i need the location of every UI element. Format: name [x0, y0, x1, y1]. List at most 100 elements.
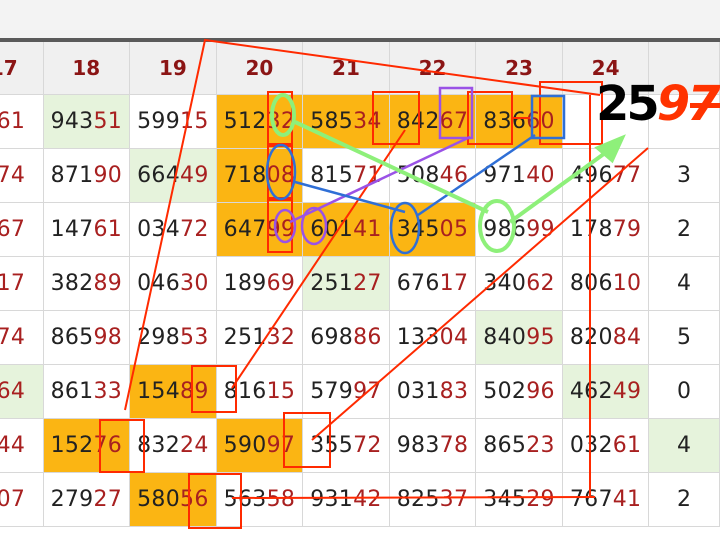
number-lead-digits: 154	[137, 379, 181, 404]
result-cell: 04630	[129, 256, 217, 311]
column-header: 21	[302, 38, 390, 95]
result-cell: 517	[0, 256, 44, 311]
table-body: 3619435159915512325853484267836602748719…	[0, 94, 720, 527]
result-cell: 38289	[42, 256, 131, 311]
number-tail-digits: 33	[93, 379, 123, 404]
number-tail-digits: 62	[526, 271, 555, 296]
result-cell: 107	[0, 472, 44, 527]
number-tail-digits: 60	[526, 109, 555, 134]
number-tail-digits: 08	[266, 163, 296, 188]
number-lead-digits: 647	[223, 217, 267, 242]
result-cell: 25132	[215, 310, 304, 365]
number-tail-digits: 41	[612, 487, 642, 512]
result-cell: 50846	[388, 148, 477, 203]
result-cell: 34062	[475, 256, 563, 311]
result-cell: 25127	[302, 256, 390, 311]
result-cell: 50296	[475, 364, 563, 419]
number-lead-digits: 842	[396, 109, 440, 134]
number-tail-digits: 97	[353, 379, 382, 404]
result-cell: 4	[648, 418, 720, 473]
result-cell: 98378	[388, 418, 477, 473]
number-lead-digits: 031	[396, 379, 440, 404]
number-lead-digits: 462	[569, 379, 613, 404]
result-cell: 0	[648, 364, 720, 419]
result-cell: 80610	[561, 256, 650, 311]
number-tail-digits: 46	[439, 163, 469, 188]
table-row: 517382890463018969251276761734062806104	[0, 256, 720, 311]
result-cell: 93142	[302, 472, 390, 527]
number-lead-digits: 5	[677, 325, 692, 350]
number-lead-digits: 664	[137, 163, 181, 188]
number-lead-digits: 986	[483, 217, 527, 242]
table-row: 274871906644971808815715084697140496773	[0, 148, 720, 203]
result-cell: 94351	[42, 94, 131, 149]
number-tail-digits: 56	[180, 487, 209, 512]
result-cell: 58056	[129, 472, 217, 527]
result-cell: 84095	[475, 310, 563, 365]
number-tail-digits: 61	[612, 433, 642, 458]
number-tail-digits: 27	[93, 487, 123, 512]
result-cell: 67617	[388, 256, 477, 311]
result-cell: 64799	[215, 202, 304, 257]
number-lead-digits: 698	[310, 325, 354, 350]
number-tail-digits: 69	[266, 271, 296, 296]
column-header: 22	[388, 38, 477, 95]
note-part-black: 25	[596, 76, 660, 132]
number-lead-digits: 820	[569, 325, 613, 350]
result-cell: 59915	[129, 94, 217, 149]
number-lead-digits: 178	[569, 217, 613, 242]
number-lead-digits: 825	[396, 487, 440, 512]
number-lead-digits: 871	[50, 163, 94, 188]
number-tail-digits: 96	[526, 379, 555, 404]
result-cell: 69886	[302, 310, 390, 365]
number-tail-digits: 44	[0, 433, 26, 458]
number-lead-digits: 512	[223, 109, 267, 134]
result-cell: 3	[648, 148, 720, 203]
result-cell: 03183	[388, 364, 477, 419]
number-lead-digits: 0	[677, 379, 692, 404]
result-cell: 82537	[388, 472, 477, 527]
result-cell: 564	[0, 364, 44, 419]
number-lead-digits: 496	[569, 163, 613, 188]
number-tail-digits: 49	[180, 163, 209, 188]
number-lead-digits: 046	[137, 271, 181, 296]
number-tail-digits: 71	[353, 163, 382, 188]
result-cell: 97140	[475, 148, 563, 203]
result-cell: 03472	[129, 202, 217, 257]
number-lead-digits: 382	[50, 271, 94, 296]
result-cell: 57997	[302, 364, 390, 419]
result-cell: 15276	[42, 418, 131, 473]
number-tail-digits: 64	[0, 379, 26, 404]
number-lead-digits: 147	[50, 217, 94, 242]
result-cell: 15489	[129, 364, 217, 419]
number-lead-digits: 034	[137, 217, 181, 242]
result-cell: 274	[0, 148, 44, 203]
column-header: 20	[215, 38, 304, 95]
number-tail-digits: 67	[439, 109, 469, 134]
number-lead-digits: 767	[569, 487, 613, 512]
number-lead-digits: 032	[569, 433, 613, 458]
number-lead-digits: 152	[50, 433, 94, 458]
number-lead-digits: 345	[396, 217, 440, 242]
number-tail-digits: 17	[0, 271, 26, 296]
result-cell: 86133	[42, 364, 131, 419]
number-tail-digits: 77	[612, 163, 642, 188]
table-row: 107279275805656358931428253734529767412	[0, 472, 720, 527]
number-lead-digits: 861	[50, 379, 94, 404]
number-lead-digits: 599	[137, 109, 181, 134]
number-tail-digits: 78	[439, 433, 469, 458]
number-lead-digits: 502	[483, 379, 527, 404]
number-tail-digits: 72	[353, 433, 382, 458]
result-cell: 56358	[215, 472, 304, 527]
result-cell: 644	[0, 418, 44, 473]
result-cell: 98699	[475, 202, 563, 257]
number-tail-digits: 86	[353, 325, 382, 350]
number-tail-digits: 32	[266, 109, 296, 134]
column-header: 17	[0, 38, 44, 95]
number-lead-digits: 279	[50, 487, 94, 512]
number-lead-digits: 508	[396, 163, 440, 188]
number-tail-digits: 15	[266, 379, 296, 404]
number-tail-digits: 17	[439, 271, 469, 296]
number-tail-digits: 90	[93, 163, 123, 188]
number-lead-digits: 601	[310, 217, 354, 242]
